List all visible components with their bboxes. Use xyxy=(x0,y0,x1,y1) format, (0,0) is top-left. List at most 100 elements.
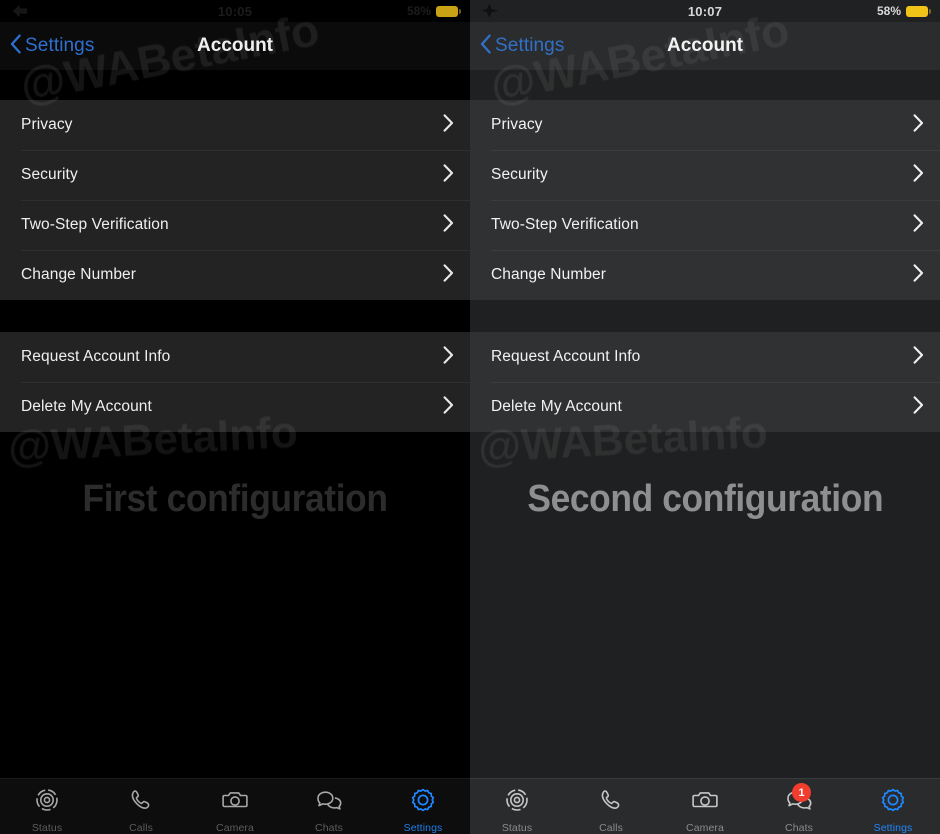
settings-row-privacy[interactable]: Privacy xyxy=(0,100,470,150)
battery-icon xyxy=(906,5,931,17)
caption-area: First configuration xyxy=(0,432,470,778)
back-to-settings-button[interactable]: Settings xyxy=(480,33,565,59)
tab-camera[interactable]: Camera xyxy=(188,786,282,834)
settings-row-delete-my-account[interactable]: Delete My Account xyxy=(0,382,470,432)
settings-row-label: Change Number xyxy=(21,266,137,283)
settings-row-label: Delete My Account xyxy=(21,398,152,415)
chevron-right-icon xyxy=(443,395,454,419)
list-gap xyxy=(470,70,940,100)
settings-group: Privacy Security Two-Step Verification C… xyxy=(470,100,940,300)
list-gap xyxy=(0,300,470,332)
chevron-right-icon xyxy=(913,345,924,369)
chevron-right-icon xyxy=(443,345,454,369)
back-to-settings-button[interactable]: Settings xyxy=(10,33,95,59)
navigation-bar: Settings Account xyxy=(470,22,940,70)
tab-calls[interactable]: Calls xyxy=(564,786,658,834)
settings-row-label: Two-Step Verification xyxy=(21,216,169,233)
settings-row-delete-my-account[interactable]: Delete My Account xyxy=(470,382,940,432)
tab-settings[interactable]: Settings xyxy=(376,786,470,834)
status-bar-right: 58% xyxy=(368,4,461,18)
phone-screen-second: 10:07 58% Settings Account Privacy Secur… xyxy=(470,0,940,834)
gear-icon xyxy=(878,786,908,819)
airplane-mode-icon xyxy=(482,3,498,19)
status-bar: 10:07 58% xyxy=(470,0,940,22)
tab-label: Calls xyxy=(129,822,153,834)
tab-camera[interactable]: Camera xyxy=(658,786,752,834)
settings-row-two-step-verification[interactable]: Two-Step Verification xyxy=(0,200,470,250)
tab-calls[interactable]: Calls xyxy=(94,786,188,834)
settings-row-request-account-info[interactable]: Request Account Info xyxy=(470,332,940,382)
settings-row-label: Delete My Account xyxy=(491,398,622,415)
settings-row-two-step-verification[interactable]: Two-Step Verification xyxy=(470,200,940,250)
settings-row-label: Request Account Info xyxy=(491,348,641,365)
chevron-right-icon xyxy=(443,213,454,237)
phone-icon xyxy=(596,786,626,819)
bottom-tab-bar: Status Calls Camera xyxy=(470,778,940,834)
configuration-caption: First configuration xyxy=(82,478,388,520)
tab-label: Chats xyxy=(315,822,343,834)
settings-row-privacy[interactable]: Privacy xyxy=(470,100,940,150)
status-bar: 10:05 58% xyxy=(0,0,470,22)
back-button-label: Settings xyxy=(25,35,95,56)
tab-label: Settings xyxy=(873,822,913,834)
list-gap xyxy=(470,300,940,332)
camera-icon xyxy=(690,786,720,819)
tab-chats[interactable]: 1 Chats xyxy=(752,783,846,834)
status-bar-left xyxy=(482,3,572,19)
tab-chats[interactable]: Chats xyxy=(282,786,376,834)
unread-badge: 1 xyxy=(792,783,811,802)
battery-percent-label: 58% xyxy=(876,4,901,18)
tab-status[interactable]: Status xyxy=(0,786,94,834)
gear-icon xyxy=(408,786,438,819)
status-bar-time: 10:05 xyxy=(217,3,253,19)
camera-icon xyxy=(220,786,250,819)
tab-label: Camera xyxy=(686,822,724,834)
chevron-right-icon xyxy=(443,263,454,287)
settings-row-label: Change Number xyxy=(491,266,607,283)
settings-row-request-account-info[interactable]: Request Account Info xyxy=(0,332,470,382)
back-arrow-icon xyxy=(12,3,28,19)
phone-screen-first: 10:05 58% Settings Account Privacy Secur… xyxy=(0,0,470,834)
bottom-tab-bar: Status Calls Camera xyxy=(0,778,470,834)
tab-label: Calls xyxy=(599,822,623,834)
status-bar-time: 10:07 xyxy=(687,3,723,19)
comparison-screenshots: 10:05 58% Settings Account Privacy Secur… xyxy=(0,0,940,834)
chat-bubbles-icon xyxy=(314,786,344,819)
screen-body: Privacy Security Two-Step Verification C… xyxy=(470,70,940,834)
settings-row-change-number[interactable]: Change Number xyxy=(470,250,940,300)
chevron-right-icon xyxy=(913,263,924,287)
battery-icon xyxy=(436,5,461,17)
navigation-bar: Settings Account xyxy=(0,22,470,70)
chevron-right-icon xyxy=(913,395,924,419)
battery-percent-label: 58% xyxy=(406,4,431,18)
status-rings-icon xyxy=(32,786,62,819)
chevron-right-icon xyxy=(443,163,454,187)
settings-row-label: Two-Step Verification xyxy=(491,216,639,233)
tab-label: Camera xyxy=(216,822,254,834)
tab-label: Settings xyxy=(403,822,443,834)
tab-label: Status xyxy=(501,822,533,834)
list-gap xyxy=(0,70,470,100)
chevron-right-icon xyxy=(913,113,924,137)
configuration-caption: Second configuration xyxy=(527,478,883,520)
settings-row-label: Privacy xyxy=(491,116,543,133)
settings-group: Request Account Info Delete My Account xyxy=(470,332,940,432)
tab-status[interactable]: Status xyxy=(470,786,564,834)
chevron-right-icon xyxy=(913,163,924,187)
settings-row-label: Security xyxy=(21,166,78,183)
settings-row-security[interactable]: Security xyxy=(0,150,470,200)
chevron-left-icon xyxy=(480,33,492,59)
tab-label: Chats xyxy=(785,822,813,834)
chevron-right-icon xyxy=(913,213,924,237)
status-bar-right: 58% xyxy=(838,4,931,18)
tab-settings[interactable]: Settings xyxy=(846,786,940,834)
chevron-left-icon xyxy=(10,33,22,59)
caption-area: Second configuration xyxy=(470,432,940,778)
settings-row-change-number[interactable]: Change Number xyxy=(0,250,470,300)
tab-label: Status xyxy=(31,822,63,834)
status-bar-left xyxy=(12,3,102,19)
settings-row-label: Privacy xyxy=(21,116,73,133)
back-button-label: Settings xyxy=(495,35,565,56)
settings-row-label: Security xyxy=(491,166,548,183)
settings-row-security[interactable]: Security xyxy=(470,150,940,200)
